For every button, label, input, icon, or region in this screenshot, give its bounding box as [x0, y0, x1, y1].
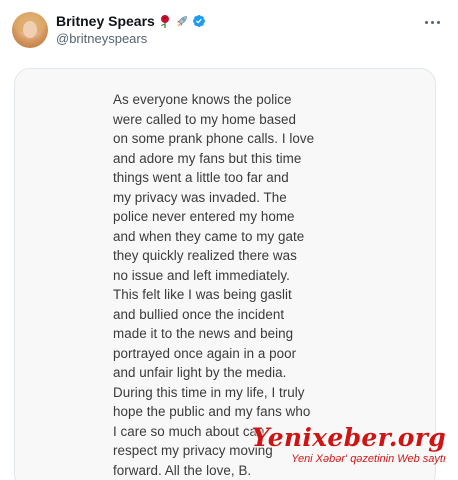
statement-text: As everyone knows the police were called… — [113, 92, 315, 478]
more-dot — [436, 20, 440, 24]
more-horizontal-icon — [424, 20, 428, 24]
rocket-emoji-icon — [175, 15, 188, 28]
name-row: Britney Spears — [56, 13, 206, 29]
verified-badge-icon — [192, 14, 206, 28]
tweet-page: Britney Spears @britneyspears As everyon… — [0, 0, 458, 480]
tweet-header: Britney Spears @britneyspears — [0, 0, 458, 60]
rose-emoji-icon — [159, 14, 171, 28]
avatar[interactable] — [12, 12, 48, 48]
user-handle[interactable]: @britneyspears — [56, 31, 147, 46]
more-options-button[interactable] — [422, 14, 442, 30]
more-dot — [430, 20, 434, 24]
display-name[interactable]: Britney Spears — [56, 13, 155, 29]
avatar-face — [23, 21, 37, 38]
attached-image[interactable]: As everyone knows the police were called… — [14, 68, 436, 480]
